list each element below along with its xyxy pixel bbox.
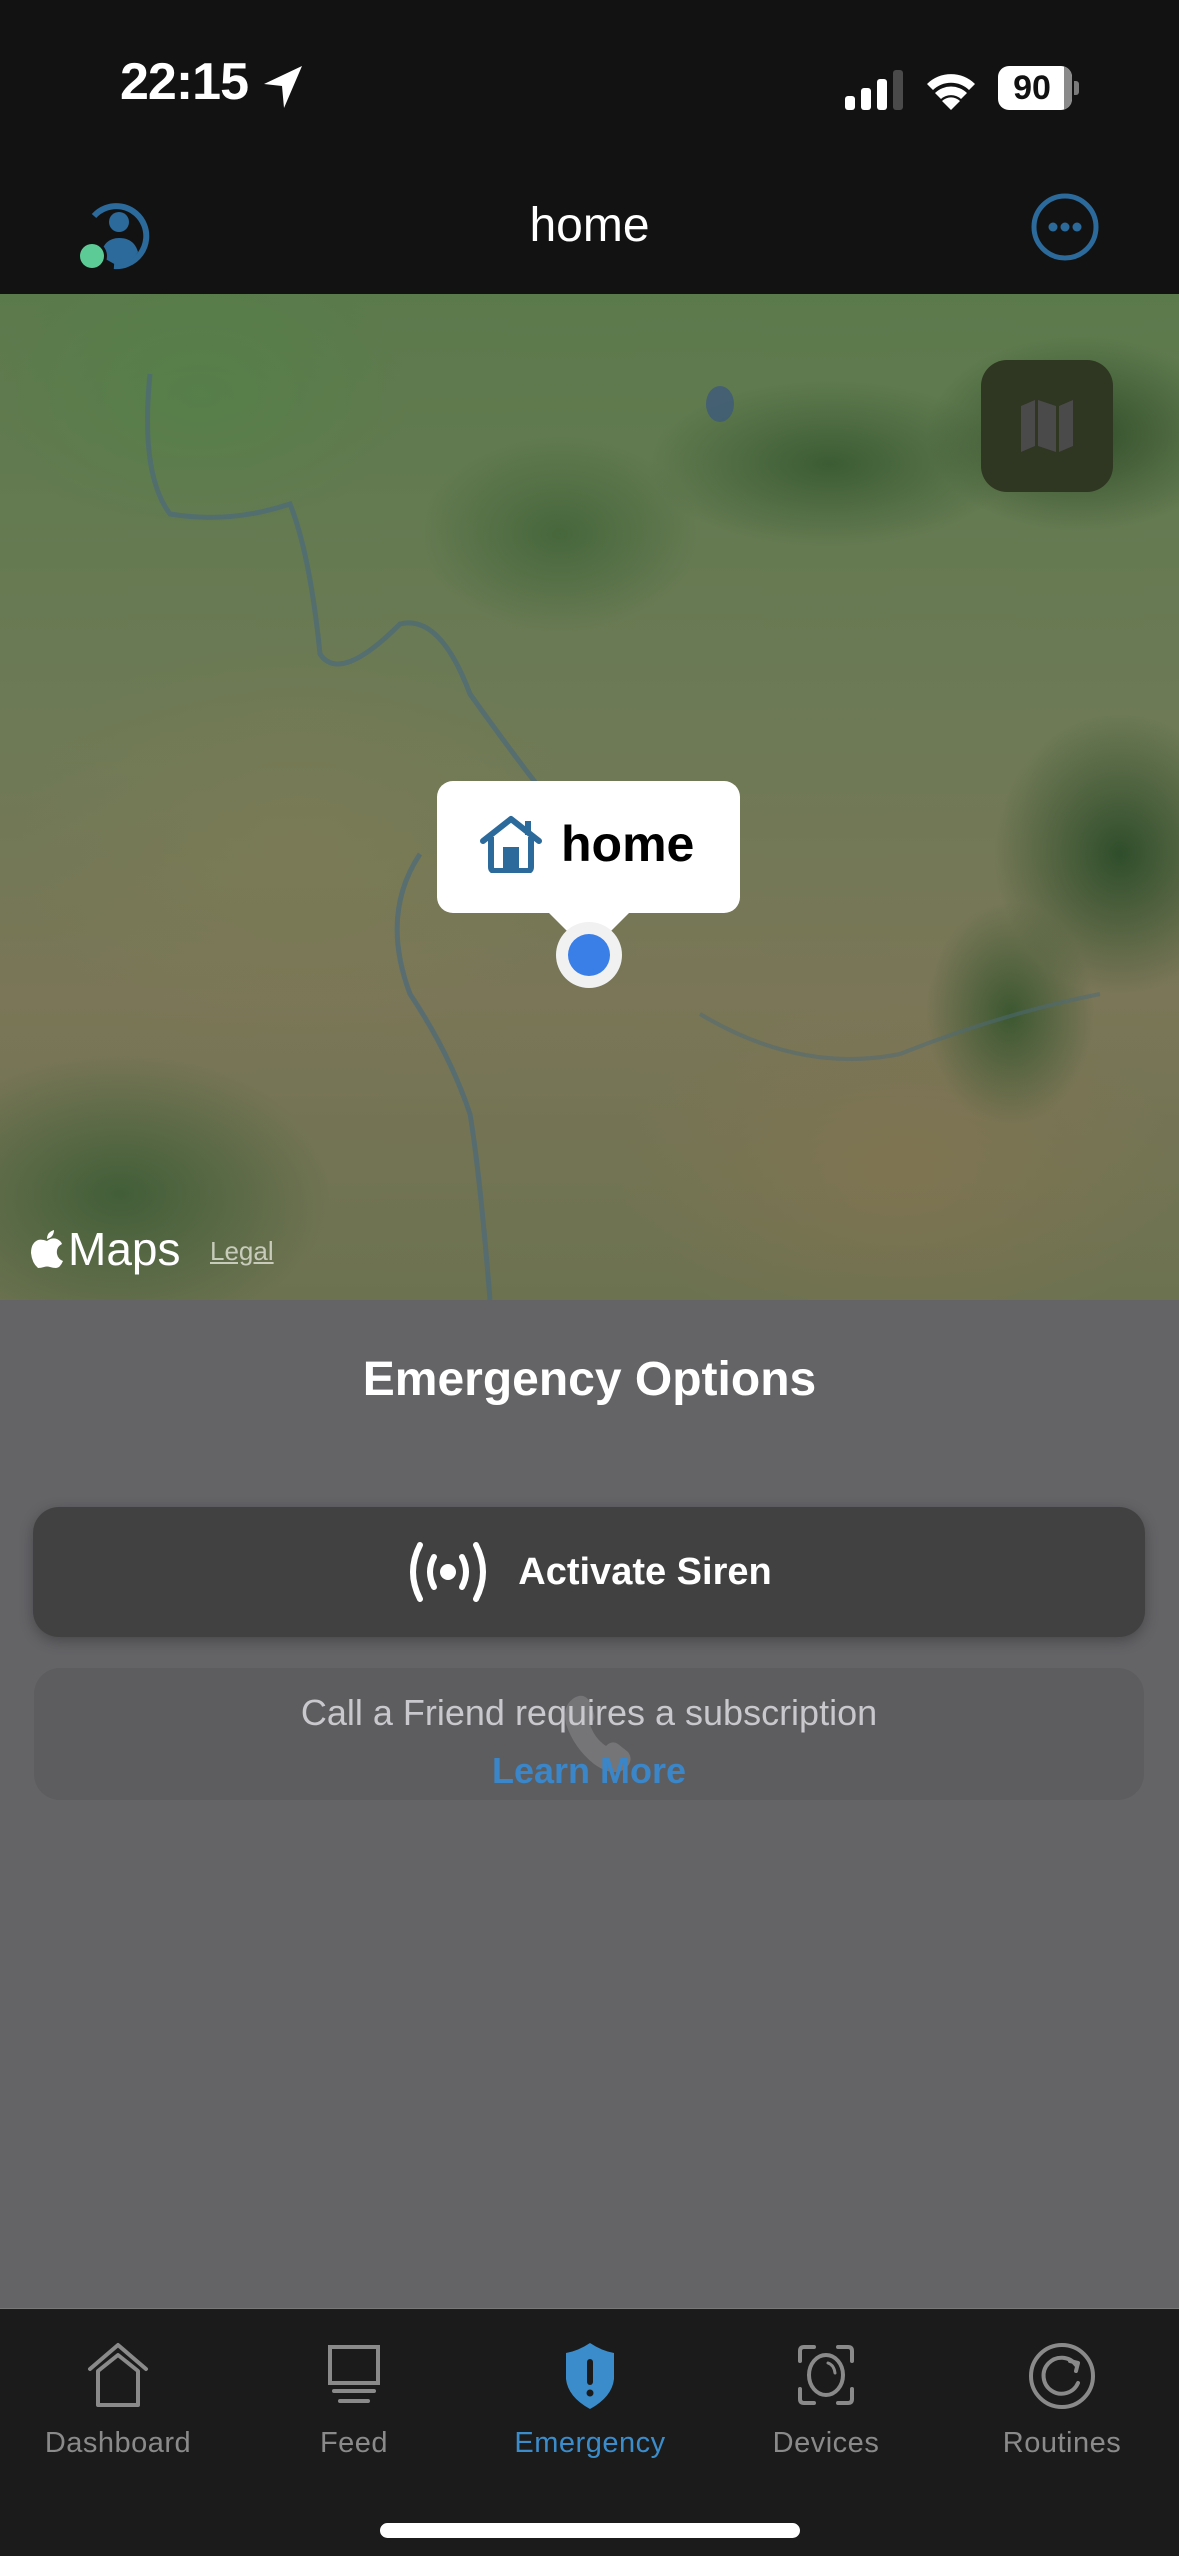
panel-title: Emergency Options (362, 1353, 817, 1406)
tab-routines[interactable]: Routines (944, 2329, 1179, 2479)
page-title: home (529, 199, 650, 252)
status-bar: 22:15 90 (0, 0, 1179, 170)
maps-logo: Maps (30, 1222, 180, 1276)
tab-bar: Dashboard Feed Emergency Devices Routine… (0, 2308, 1179, 2556)
tab-label: Feed (319, 2427, 389, 2459)
activate-siren-button[interactable]: Activate Siren (33, 1507, 1145, 1637)
tab-label: Emergency (514, 2427, 666, 2459)
battery-level: 90 (1013, 69, 1051, 107)
house-outline-icon (88, 2343, 148, 2407)
map-type-button[interactable] (981, 360, 1113, 492)
tab-label: Routines (1002, 2427, 1122, 2459)
tab-dashboard[interactable]: Dashboard (0, 2329, 236, 2479)
refresh-circle-icon (1029, 2343, 1095, 2409)
apple-logo-icon (31, 1230, 63, 1268)
learn-more-link[interactable]: Learn More (34, 1750, 1144, 1792)
call-friend-card: Call a Friend requires a subscription Le… (34, 1668, 1144, 1800)
maps-brand-label: Maps (68, 1223, 181, 1275)
shield-alert-icon (566, 2343, 614, 2409)
house-icon (480, 816, 542, 873)
callout-label: home (561, 816, 695, 872)
status-time: 22:15 (120, 53, 249, 111)
map-icon (1021, 400, 1073, 452)
map-view[interactable]: home Maps Legal (0, 294, 1179, 1300)
legal-link[interactable]: Legal (210, 1236, 274, 1267)
monitor-icon (328, 2345, 380, 2403)
location-pin[interactable] (556, 922, 622, 988)
battery-icon: 90 (998, 66, 1079, 110)
tab-emergency[interactable]: Emergency (472, 2329, 708, 2479)
tab-feed[interactable]: Feed (236, 2329, 472, 2479)
tab-label: Dashboard (44, 2427, 192, 2459)
camera-icon (798, 2345, 854, 2405)
siren-broadcast-icon (410, 1542, 487, 1602)
tab-devices[interactable]: Devices (708, 2329, 944, 2479)
more-options-icon[interactable] (1030, 192, 1100, 262)
call-friend-message: Call a Friend requires a subscription (300, 1692, 878, 1733)
tab-label: Devices (772, 2427, 880, 2459)
location-arrow-icon (264, 66, 302, 108)
emergency-panel: Emergency Options Activate Siren Call a … (0, 1300, 1179, 2308)
location-callout[interactable]: home (437, 781, 740, 913)
wifi-icon (927, 74, 975, 110)
nav-header: home (0, 170, 1179, 294)
cellular-signal-icon (845, 70, 903, 110)
home-indicator[interactable] (380, 2523, 800, 2538)
siren-button-label: Activate Siren (518, 1550, 772, 1593)
